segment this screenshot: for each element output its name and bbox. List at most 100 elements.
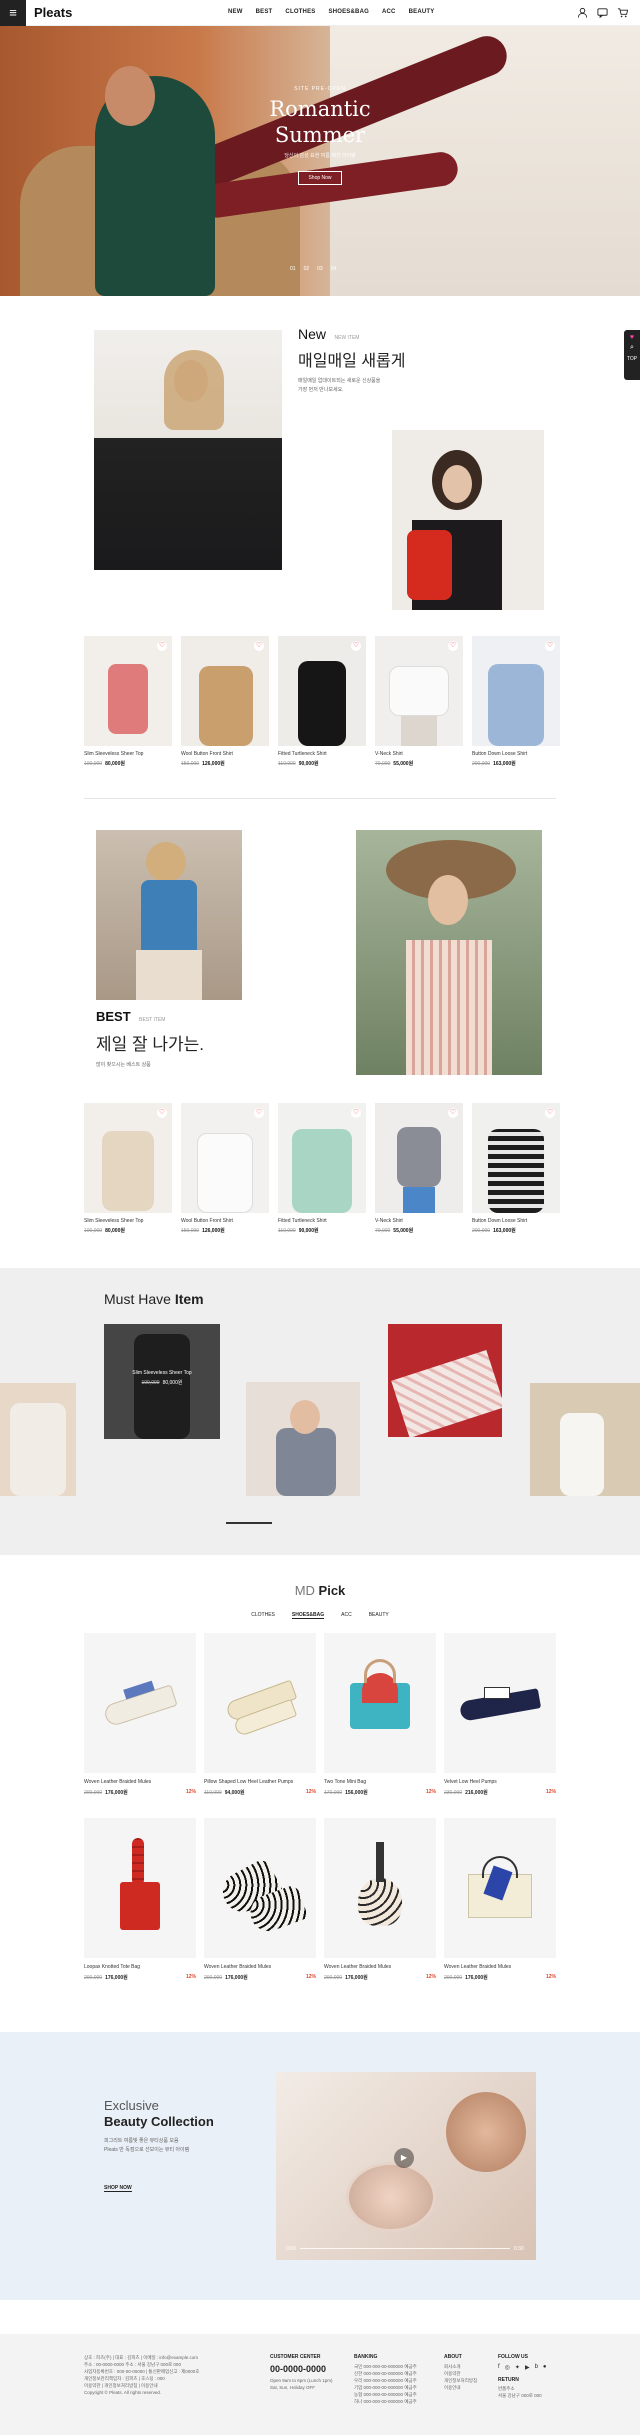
tab-shoes-bag[interactable]: SHOES&BAG	[291, 1612, 325, 1619]
blog-icon[interactable]: b	[535, 2364, 538, 2371]
product-card[interactable]: ♡ Wool Button Front Shirt 150,000 126,000…	[181, 1103, 269, 1234]
hero-dot[interactable]: 03	[317, 266, 323, 272]
product-card[interactable]: ♡ Fitted Turtleneck Shirt 110,000 90,000원	[278, 1103, 366, 1234]
product-card[interactable]: ♡ Button Down Loose Shirt 200,000 163,000…	[472, 636, 560, 767]
heart-icon[interactable]: ♡	[448, 1108, 458, 1118]
heart-icon[interactable]: ♡	[157, 641, 167, 651]
heart-icon[interactable]: ♡	[351, 1108, 361, 1118]
hero-shop-button[interactable]: Shop Now	[298, 171, 342, 185]
product-name[interactable]: V-Neck Shirt	[375, 751, 463, 757]
md-item-image[interactable]	[444, 1818, 556, 1958]
tab-acc[interactable]: ACC	[341, 1612, 352, 1619]
md-item-image[interactable]	[444, 1633, 556, 1773]
search-icon[interactable]: ⌕	[624, 344, 640, 352]
product-card[interactable]: ♡ V-Neck Shirt 70,000 55,000원	[375, 636, 463, 767]
nav-new[interactable]: NEW	[228, 9, 243, 15]
slide-image[interactable]	[246, 1382, 360, 1496]
heart-icon[interactable]: ♡	[545, 1108, 555, 1118]
product-card[interactable]: ♡ V-Neck Shirt 70,000 55,000원	[375, 1103, 463, 1234]
product-image[interactable]: ♡	[472, 636, 560, 746]
product-name[interactable]: Fitted Turtleneck Shirt	[278, 751, 366, 757]
beauty-shop-button[interactable]: SHOP NOW	[104, 2185, 132, 2192]
footer-info-line[interactable]: 이용약관 | 개인정보처리방침 | 이용안내	[84, 2382, 254, 2389]
md-item[interactable]: Woven Leather Braided Mules 200,000 176,0…	[324, 1818, 436, 1981]
tab-beauty[interactable]: BEAUTY	[369, 1612, 389, 1619]
md-item-image[interactable]	[204, 1818, 316, 1958]
md-item-image[interactable]	[324, 1633, 436, 1773]
product-card[interactable]: ♡ Slim Sleeveless Sheer Top 100,000 80,00…	[84, 636, 172, 767]
kakao-icon[interactable]: ●	[543, 2364, 547, 2371]
product-card[interactable]: ♡ Wool Button Front Shirt 150,000 126,000…	[181, 636, 269, 767]
product-card[interactable]: ♡ Fitted Turtleneck Shirt 110,000 90,000원	[278, 636, 366, 767]
md-item-name[interactable]: Loopax Knotted Tote Bag	[84, 1964, 196, 1970]
youtube-icon[interactable]: ▶	[525, 2364, 530, 2371]
hero-dot[interactable]: 04	[331, 266, 337, 272]
product-name[interactable]: Wool Button Front Shirt	[181, 751, 269, 757]
product-name[interactable]: Wool Button Front Shirt	[181, 1218, 269, 1224]
nav-clothes[interactable]: CLOTHES	[285, 9, 315, 15]
product-name[interactable]: V-Neck Shirt	[375, 1218, 463, 1224]
hero-dot[interactable]: 01	[290, 266, 296, 272]
slide-image[interactable]	[388, 1324, 502, 1437]
md-item-image[interactable]	[84, 1818, 196, 1958]
instagram-icon[interactable]: ◎	[505, 2364, 510, 2371]
product-card[interactable]: ♡ Slim Sleeveless Sheer Top 100,000 80,00…	[84, 1103, 172, 1234]
twitter-icon[interactable]: ✦	[515, 2364, 520, 2371]
heart-icon[interactable]: ♥	[624, 334, 640, 341]
product-name[interactable]: Slim Sleeveless Sheer Top	[84, 751, 172, 757]
nav-best[interactable]: BEST	[256, 9, 273, 15]
product-image[interactable]: ♡	[84, 636, 172, 746]
product-image[interactable]: ♡	[278, 1103, 366, 1213]
product-card[interactable]: ♡ Button Down Loose Shirt 200,000 163,000…	[472, 1103, 560, 1234]
slide-image[interactable]	[0, 1383, 76, 1496]
md-item[interactable]: Woven Leather Braided Mules 200,000 176,0…	[444, 1818, 556, 1981]
heart-icon[interactable]: ♡	[545, 641, 555, 651]
product-name[interactable]: Slim Sleeveless Sheer Top	[84, 1218, 172, 1224]
md-item-name[interactable]: Woven Leather Braided Mules	[324, 1964, 436, 1970]
product-image[interactable]: ♡	[472, 1103, 560, 1213]
tab-clothes[interactable]: CLOTHES	[251, 1612, 275, 1619]
about-link[interactable]: 이용안내	[444, 2384, 477, 2391]
video-progress[interactable]	[300, 2248, 510, 2249]
beauty-video[interactable]: ▶ 0:00 0:30	[276, 2072, 536, 2260]
logo[interactable]: Pleats	[34, 5, 72, 20]
md-item[interactable]: Velvet Low Heel Pumps 230,000 216,000원 12%	[444, 1633, 556, 1796]
facebook-icon[interactable]: f	[498, 2364, 500, 2371]
md-item-name[interactable]: Woven Leather Braided Mules	[84, 1779, 196, 1785]
nav-beauty[interactable]: BEAUTY	[409, 9, 435, 15]
md-item[interactable]: Loopax Knotted Tote Bag 200,000 176,000원 1…	[84, 1818, 196, 1981]
product-image[interactable]: ♡	[278, 636, 366, 746]
chat-icon[interactable]	[597, 7, 608, 18]
hero-dot[interactable]: 02	[304, 266, 310, 272]
product-name[interactable]: Fitted Turtleneck Shirt	[278, 1218, 366, 1224]
cart-icon[interactable]	[617, 7, 628, 18]
product-image[interactable]: ♡	[375, 636, 463, 746]
product-image[interactable]: ♡	[375, 1103, 463, 1213]
top-button[interactable]: TOP	[624, 356, 640, 362]
heart-icon[interactable]: ♡	[254, 1108, 264, 1118]
heart-icon[interactable]: ♡	[448, 641, 458, 651]
md-item-image[interactable]	[84, 1633, 196, 1773]
product-name[interactable]: Button Down Loose Shirt	[472, 751, 560, 757]
product-image[interactable]: ♡	[181, 1103, 269, 1213]
md-item-name[interactable]: Woven Leather Braided Mules	[204, 1964, 316, 1970]
md-item-image[interactable]	[204, 1633, 316, 1773]
heart-icon[interactable]: ♡	[254, 641, 264, 651]
slide-image[interactable]	[530, 1383, 640, 1496]
md-item-name[interactable]: Pillow Shaped Low Heel Leather Pumps	[204, 1779, 316, 1785]
md-item-name[interactable]: Woven Leather Braided Mules	[444, 1964, 556, 1970]
about-link[interactable]: 이용약관	[444, 2370, 477, 2377]
play-button[interactable]: ▶	[394, 2148, 414, 2168]
md-item[interactable]: Woven Leather Braided Mules 200,000 176,0…	[84, 1633, 196, 1796]
md-item-name[interactable]: Velvet Low Heel Pumps	[444, 1779, 556, 1785]
md-item-name[interactable]: Two Tone Mini Bag	[324, 1779, 436, 1785]
nav-acc[interactable]: ACC	[382, 9, 396, 15]
user-icon[interactable]	[577, 7, 588, 18]
md-item[interactable]: Woven Leather Braided Mules 200,000 176,0…	[204, 1818, 316, 1981]
slide-image-active[interactable]: Slim Sleeveless Sheer Top 100,000 80,000원	[104, 1324, 220, 1439]
menu-button[interactable]: ≡	[0, 0, 26, 26]
product-name[interactable]: Button Down Loose Shirt	[472, 1218, 560, 1224]
md-item[interactable]: Pillow Shaped Low Heel Leather Pumps 110…	[204, 1633, 316, 1796]
md-item[interactable]: Two Tone Mini Bag 170,000 156,000원 12%	[324, 1633, 436, 1796]
product-image[interactable]: ♡	[84, 1103, 172, 1213]
